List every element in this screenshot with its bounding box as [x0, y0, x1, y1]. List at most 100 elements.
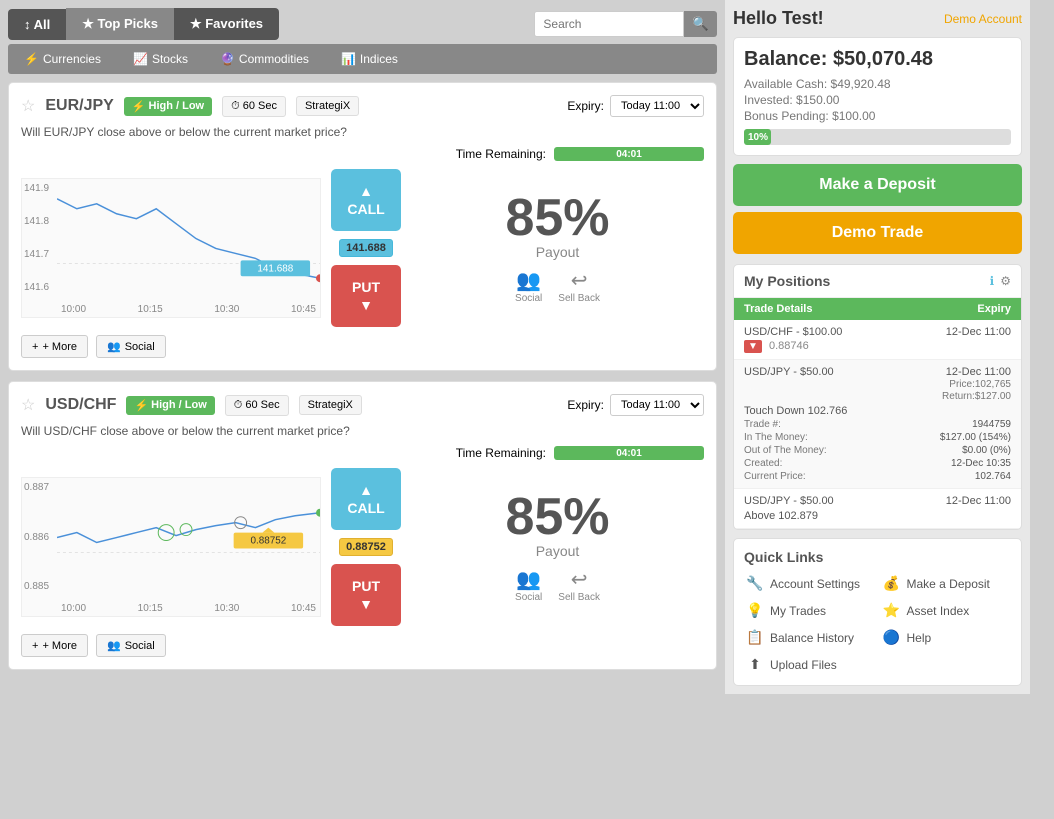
- plus-icon-usdchf: +: [32, 640, 38, 652]
- position-expiry-usdjpy1: 12-Dec 11:00: [942, 366, 1011, 378]
- time-badge-usdchf: ⏱ 60 Sec: [225, 395, 289, 416]
- currencies-tab[interactable]: ⚡ Currencies: [8, 44, 117, 74]
- touch-down-label: Touch Down 102.766: [744, 405, 1011, 417]
- payout-percent-eurjpy: 85%: [411, 192, 704, 244]
- balance-history-label: Balance History: [770, 631, 854, 645]
- expiry-select-usdchf[interactable]: Today 11:00: [610, 394, 704, 416]
- trade-card-eurjpy: ☆ EUR/JPY ⚡ High / Low ⏱ 60 Sec Strategi…: [8, 82, 717, 371]
- social-button-usdchf[interactable]: 👥 Social: [515, 567, 542, 603]
- quick-link-balance-history[interactable]: 📋 Balance History: [744, 627, 875, 648]
- trade-card-usdchf: ☆ USD/CHF ⚡ High / Low ⏱ 60 Sec Strategi…: [8, 381, 717, 670]
- social-footer-icon: 👥: [107, 340, 121, 353]
- chart-usdchf: 0.887 0.886 0.885 0.88752 0.88752: [21, 477, 321, 617]
- time-bar-eurjpy: 04:01: [554, 147, 704, 161]
- greeting-section: Hello Test! Demo Account: [733, 8, 1022, 29]
- out-money-value: $0.00 (0%): [962, 445, 1011, 456]
- call-arrow-up-icon: ▲: [359, 183, 373, 199]
- expiry-select-eurjpy[interactable]: Today 11:00: [610, 95, 704, 117]
- expiry-col: Expiry: [977, 303, 1011, 315]
- card-body-eurjpy: 141.9 141.8 141.7 141.6 141.688 141.688 …: [21, 169, 704, 327]
- chart-x-labels-usdchf: 10:00 10:15 10:30 10:45: [57, 601, 320, 616]
- more-button-usdchf[interactable]: + + More: [21, 634, 88, 657]
- commodities-icon: 🔮: [220, 52, 235, 66]
- quick-link-asset-index[interactable]: ⭐ Asset Index: [881, 600, 1012, 621]
- card-footer-usdchf: + + More 👥 Social: [21, 634, 704, 657]
- current-price-label-pos: Current Price:: [744, 471, 806, 482]
- time-remaining-eurjpy: Time Remaining: 04:01: [21, 147, 704, 161]
- stocks-tab[interactable]: 📈 Stocks: [117, 44, 204, 74]
- social-icon-usdchf: 👥: [515, 567, 542, 592]
- info-icon[interactable]: ℹ: [990, 274, 995, 288]
- deposit-button[interactable]: Make a Deposit: [733, 164, 1022, 206]
- position-details-row3: Out of The Money: $0.00 (0%): [744, 445, 1011, 456]
- settings-icon[interactable]: ⚙: [1000, 274, 1011, 288]
- position-details-row4: Created: 12-Dec 10:35: [744, 458, 1011, 469]
- search-box: 🔍: [534, 11, 717, 37]
- call-button-eurjpy[interactable]: ▲ CALL: [331, 169, 401, 231]
- quick-link-help[interactable]: 🔵 Help: [881, 627, 1012, 648]
- sell-back-button-eurjpy[interactable]: ↩ Sell Back: [558, 268, 600, 304]
- all-tab[interactable]: ↕ All: [8, 9, 66, 40]
- quick-link-account-settings[interactable]: 🔧 Account Settings: [744, 573, 875, 594]
- positions-title: My Positions: [744, 273, 830, 289]
- trade-num-label: Trade #:: [744, 419, 781, 430]
- indices-tab[interactable]: 📊 Indices: [325, 44, 414, 74]
- payout-label-eurjpy: Payout: [411, 244, 704, 260]
- commodities-tab[interactable]: 🔮 Commodities: [204, 44, 325, 74]
- positions-icons: ℹ ⚙: [990, 274, 1011, 288]
- top-picks-tab[interactable]: ★ Top Picks: [66, 8, 174, 40]
- current-price-value-pos: 102.764: [975, 471, 1011, 482]
- sell-back-button-usdchf[interactable]: ↩ Sell Back: [558, 567, 600, 603]
- social-button-eurjpy[interactable]: 👥 Social: [515, 268, 542, 304]
- pair-name-eurjpy: EUR/JPY: [45, 97, 113, 115]
- social-section-usdchf: 👥 Social ↩ Sell Back: [411, 567, 704, 603]
- expiry-section-eurjpy: Expiry: Today 11:00: [567, 95, 704, 117]
- favorites-tab[interactable]: ★ Favorites: [174, 8, 279, 40]
- favorite-star-eurjpy[interactable]: ☆: [21, 96, 35, 116]
- time-badge-eurjpy: ⏱ 60 Sec: [222, 96, 286, 117]
- social-section-eurjpy: 👥 Social ↩ Sell Back: [411, 268, 704, 304]
- put-button-usdchf[interactable]: PUT ▼: [331, 564, 401, 626]
- currencies-label: Currencies: [43, 52, 101, 66]
- pair-name-usdchf: USD/CHF: [45, 396, 116, 414]
- in-money-label: In The Money:: [744, 432, 808, 443]
- stocks-label: Stocks: [152, 52, 188, 66]
- demo-trade-button[interactable]: Demo Trade: [733, 212, 1022, 254]
- position-expiry-price-usdjpy1: 12-Dec 11:00 Price:102,765 Return:$127.0…: [942, 366, 1011, 402]
- payout-percent-usdchf: 85%: [411, 491, 704, 543]
- bonus-bar-container: 10%: [744, 129, 1011, 145]
- expiry-label-usdchf: Expiry:: [567, 398, 604, 412]
- quick-link-upload-files[interactable]: ⬆ Upload Files: [744, 654, 875, 675]
- quick-link-make-deposit[interactable]: 💰 Make a Deposit: [881, 573, 1012, 594]
- quick-links-grid: 🔧 Account Settings 💰 Make a Deposit 💡 My…: [744, 573, 1011, 675]
- call-button-usdchf[interactable]: ▲ CALL: [331, 468, 401, 530]
- history-icon: 📋: [746, 629, 764, 646]
- in-money-value: $127.00 (154%): [940, 432, 1011, 443]
- favorite-star-usdchf[interactable]: ☆: [21, 395, 35, 415]
- position-details-row5: Current Price: 102.764: [744, 471, 1011, 482]
- plus-icon: +: [32, 341, 38, 353]
- search-button[interactable]: 🔍: [684, 11, 717, 37]
- social-footer-button-eurjpy[interactable]: 👥 Social: [96, 335, 166, 358]
- svg-text:141.688: 141.688: [257, 263, 293, 274]
- positions-header: My Positions ℹ ⚙: [734, 265, 1021, 298]
- search-input[interactable]: [534, 11, 684, 37]
- card-body-usdchf: 0.887 0.886 0.885 0.88752 0.88752: [21, 468, 704, 626]
- quick-link-my-trades[interactable]: 💡 My Trades: [744, 600, 875, 621]
- invested: Invested: $150.00: [744, 93, 1011, 107]
- social-footer-icon-usdchf: 👥: [107, 639, 121, 652]
- time-bar-usdchf: 04:01: [554, 446, 704, 460]
- position-pair-usdjpy2: USD/JPY - $50.00: [744, 495, 834, 507]
- created-value: 12-Dec 10:35: [951, 458, 1011, 469]
- position-header-usdchf: USD/CHF - $100.00 12-Dec 11:00: [744, 326, 1011, 338]
- social-footer-button-usdchf[interactable]: 👥 Social: [96, 634, 166, 657]
- put-button-eurjpy[interactable]: PUT ▼: [331, 265, 401, 327]
- chart-y-labels-eurjpy: 141.9 141.8 141.7 141.6: [22, 179, 57, 297]
- more-button-eurjpy[interactable]: + + More: [21, 335, 88, 358]
- high-low-badge-eurjpy: ⚡ High / Low: [124, 97, 212, 116]
- card-question-usdchf: Will USD/CHF close above or below the cu…: [21, 424, 704, 438]
- demo-account-link[interactable]: Demo Account: [944, 12, 1022, 26]
- indices-icon: 📊: [341, 52, 356, 66]
- position-details-row1: Trade #: 1944759: [744, 419, 1011, 430]
- balance-amount: Balance: $50,070.48: [744, 48, 1011, 71]
